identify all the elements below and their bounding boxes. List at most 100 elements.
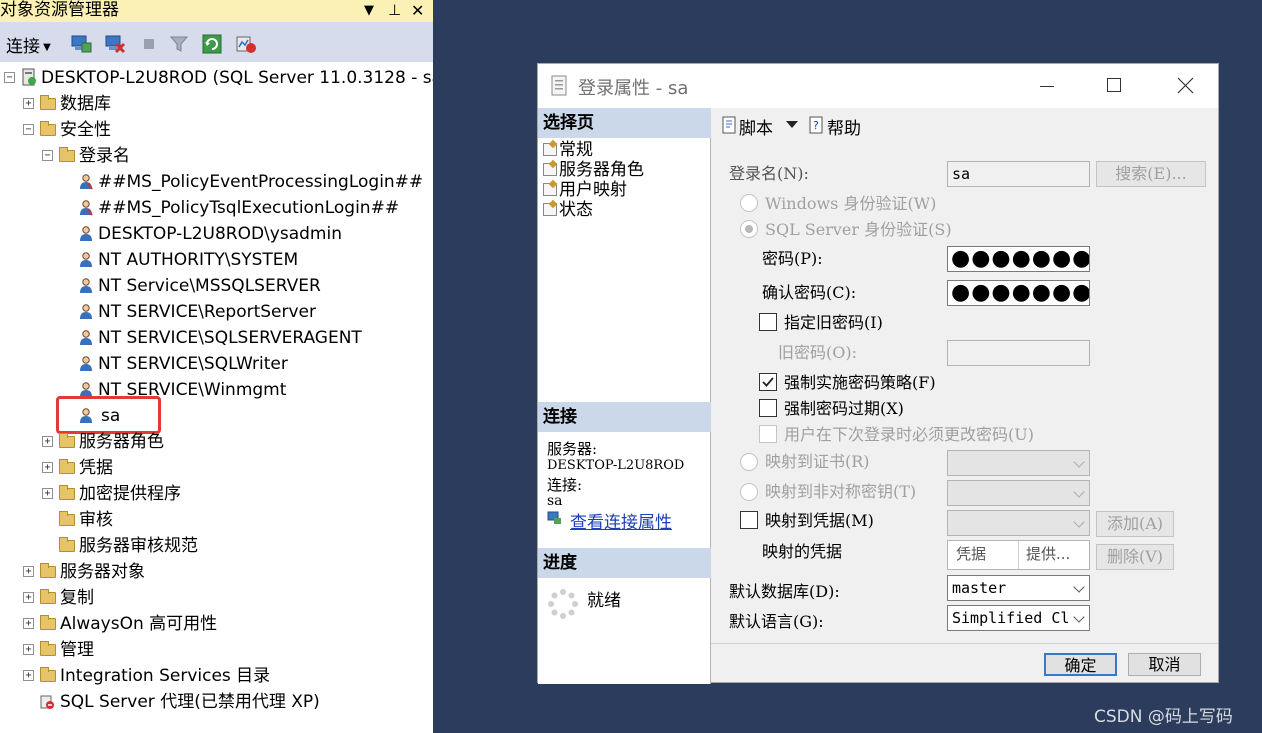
ok-button[interactable]: 确定 bbox=[1044, 653, 1117, 676]
tree-node-credentials[interactable]: 凭据 bbox=[79, 456, 113, 480]
login-icon bbox=[80, 304, 92, 319]
view-connection-properties-link[interactable]: 查看连接属性 bbox=[570, 508, 672, 533]
activity-monitor-icon[interactable] bbox=[235, 33, 257, 55]
enforce-policy-checkbox[interactable] bbox=[759, 373, 777, 391]
login-name-input[interactable]: sa bbox=[947, 161, 1090, 187]
tree-node-management[interactable]: 管理 bbox=[60, 638, 94, 662]
search-button[interactable]: 搜索(E)... bbox=[1096, 161, 1206, 187]
page-item-server-roles[interactable]: 服务器角色 bbox=[543, 160, 644, 180]
page-item-status[interactable]: 状态 bbox=[543, 200, 593, 220]
tree-node-audits[interactable]: 审核 bbox=[79, 508, 113, 532]
map-asymmetric-key-radio[interactable] bbox=[740, 483, 758, 501]
help-button[interactable]: 帮助 bbox=[827, 114, 861, 139]
tree-node-audit-specs[interactable]: 服务器审核规范 bbox=[79, 534, 198, 558]
tree-node-login[interactable]: ##MS_PolicyEventProcessingLogin## bbox=[98, 170, 423, 194]
close-icon[interactable] bbox=[1177, 77, 1194, 94]
page-icon bbox=[543, 163, 557, 176]
tree-node-login[interactable]: ##MS_PolicyTsqlExecutionLogin## bbox=[98, 196, 399, 220]
expand-toggle[interactable]: + bbox=[42, 436, 53, 447]
page-item-user-mapping[interactable]: 用户映射 bbox=[543, 180, 627, 200]
folder-icon bbox=[40, 641, 56, 656]
add-credential-button[interactable]: 添加(A) bbox=[1096, 511, 1174, 537]
collapse-toggle[interactable]: − bbox=[4, 72, 15, 83]
dropdown-icon[interactable]: ▼ bbox=[364, 0, 374, 21]
certificate-select[interactable] bbox=[947, 450, 1090, 476]
old-password-input[interactable] bbox=[947, 340, 1090, 366]
maximize-icon[interactable] bbox=[1107, 78, 1121, 92]
credential-column-header[interactable]: 凭据 bbox=[948, 541, 1019, 569]
tree-node-replication[interactable]: 复制 bbox=[60, 586, 94, 610]
tree-node-login[interactable]: NT SERVICE\ReportServer bbox=[98, 300, 316, 324]
map-certificate-radio[interactable] bbox=[740, 453, 758, 471]
tree-node-login[interactable]: NT AUTHORITY\SYSTEM bbox=[98, 248, 298, 272]
tree-node-server-roles[interactable]: 服务器角色 bbox=[79, 430, 164, 454]
mapped-credentials-grid[interactable]: 凭据 提供... bbox=[947, 540, 1090, 570]
default-database-select[interactable]: master bbox=[947, 575, 1090, 601]
collapse-toggle[interactable]: − bbox=[42, 150, 53, 161]
close-icon[interactable]: ✕ bbox=[411, 0, 424, 21]
folder-icon bbox=[40, 121, 56, 136]
tree-node-server[interactable]: DESKTOP-L2U8ROD (SQL Server 11.0.3128 - … bbox=[41, 66, 433, 90]
tree-node-server-objects[interactable]: 服务器对象 bbox=[60, 560, 145, 584]
tree-node-security[interactable]: 安全性 bbox=[60, 118, 111, 142]
tree-node-crypto-providers[interactable]: 加密提供程序 bbox=[79, 482, 181, 506]
enforce-expiration-checkbox[interactable] bbox=[759, 399, 777, 417]
sql-auth-radio[interactable] bbox=[740, 220, 758, 238]
tree-node-login[interactable]: NT SERVICE\SQLWriter bbox=[98, 352, 288, 376]
expand-toggle[interactable]: + bbox=[23, 592, 34, 603]
provider-column-header[interactable]: 提供... bbox=[1020, 541, 1090, 569]
refresh-icon[interactable] bbox=[201, 33, 223, 55]
connect-button[interactable]: 连接 ▼ bbox=[6, 32, 51, 57]
page-label: 用户映射 bbox=[559, 180, 627, 200]
credential-select[interactable] bbox=[947, 510, 1090, 536]
expand-toggle[interactable]: + bbox=[23, 98, 34, 109]
confirm-password-input[interactable]: ●●●●●●●● bbox=[947, 280, 1090, 306]
cancel-button[interactable]: 取消 bbox=[1128, 653, 1201, 676]
expand-toggle[interactable]: + bbox=[23, 644, 34, 655]
pin-icon[interactable]: ⊥ bbox=[388, 0, 401, 21]
folder-icon bbox=[40, 615, 56, 630]
login-icon bbox=[80, 252, 92, 267]
tree-node-logins[interactable]: 登录名 bbox=[79, 144, 130, 168]
collapse-toggle[interactable]: − bbox=[23, 124, 34, 135]
default-language-select[interactable]: Simplified Cl bbox=[947, 605, 1090, 631]
connect-label: 连接 bbox=[6, 37, 40, 57]
must-change-checkbox[interactable] bbox=[759, 425, 777, 443]
windows-auth-radio[interactable] bbox=[740, 194, 758, 212]
agent-icon bbox=[40, 695, 54, 709]
must-change-label: 用户在下次登录时必须更改密码(U) bbox=[784, 425, 1034, 444]
tree-node-databases[interactable]: 数据库 bbox=[60, 92, 111, 116]
expand-toggle[interactable]: + bbox=[23, 566, 34, 577]
tree-node-login[interactable]: NT Service\MSSQLSERVER bbox=[98, 274, 321, 298]
expand-toggle[interactable]: + bbox=[42, 462, 53, 473]
expand-toggle[interactable]: + bbox=[23, 618, 34, 629]
minimize-icon[interactable] bbox=[1040, 86, 1054, 87]
page-item-general[interactable]: 常规 bbox=[543, 140, 593, 160]
tree-node-alwayson[interactable]: AlwaysOn 高可用性 bbox=[60, 612, 217, 636]
folder-icon bbox=[59, 511, 75, 526]
password-input[interactable]: ●●●●●●●● bbox=[947, 246, 1090, 272]
tree-node-login[interactable]: NT SERVICE\SQLSERVERAGENT bbox=[98, 326, 362, 350]
tree-node-integration-services[interactable]: Integration Services 目录 bbox=[60, 664, 270, 688]
tree-node-sql-agent[interactable]: SQL Server 代理(已禁用代理 XP) bbox=[60, 690, 320, 714]
folder-icon bbox=[40, 589, 56, 604]
progress-header: 进度 bbox=[538, 548, 711, 578]
expand-toggle[interactable]: + bbox=[42, 488, 53, 499]
asymmetric-key-select[interactable] bbox=[947, 480, 1090, 506]
connect-server-icon[interactable] bbox=[70, 33, 92, 55]
folder-icon bbox=[59, 459, 75, 474]
object-explorer-title: 对象资源管理器 bbox=[0, 0, 119, 20]
tree-node-login[interactable]: DESKTOP-L2U8ROD\ysadmin bbox=[98, 222, 342, 246]
specify-old-password-checkbox[interactable] bbox=[759, 313, 777, 331]
map-credential-checkbox[interactable] bbox=[740, 511, 758, 529]
script-dropdown-icon[interactable] bbox=[786, 121, 798, 128]
filter-icon[interactable] bbox=[168, 33, 190, 55]
checkmark-icon bbox=[762, 377, 774, 387]
expand-toggle[interactable]: + bbox=[23, 670, 34, 681]
remove-credential-button[interactable]: 删除(V) bbox=[1096, 544, 1174, 570]
page-label: 常规 bbox=[559, 140, 593, 160]
script-button[interactable]: 脚本 bbox=[739, 114, 773, 139]
stop-icon[interactable] bbox=[138, 33, 160, 55]
disconnect-icon[interactable] bbox=[104, 33, 126, 55]
old-password-label: 旧密码(O): bbox=[778, 343, 857, 362]
